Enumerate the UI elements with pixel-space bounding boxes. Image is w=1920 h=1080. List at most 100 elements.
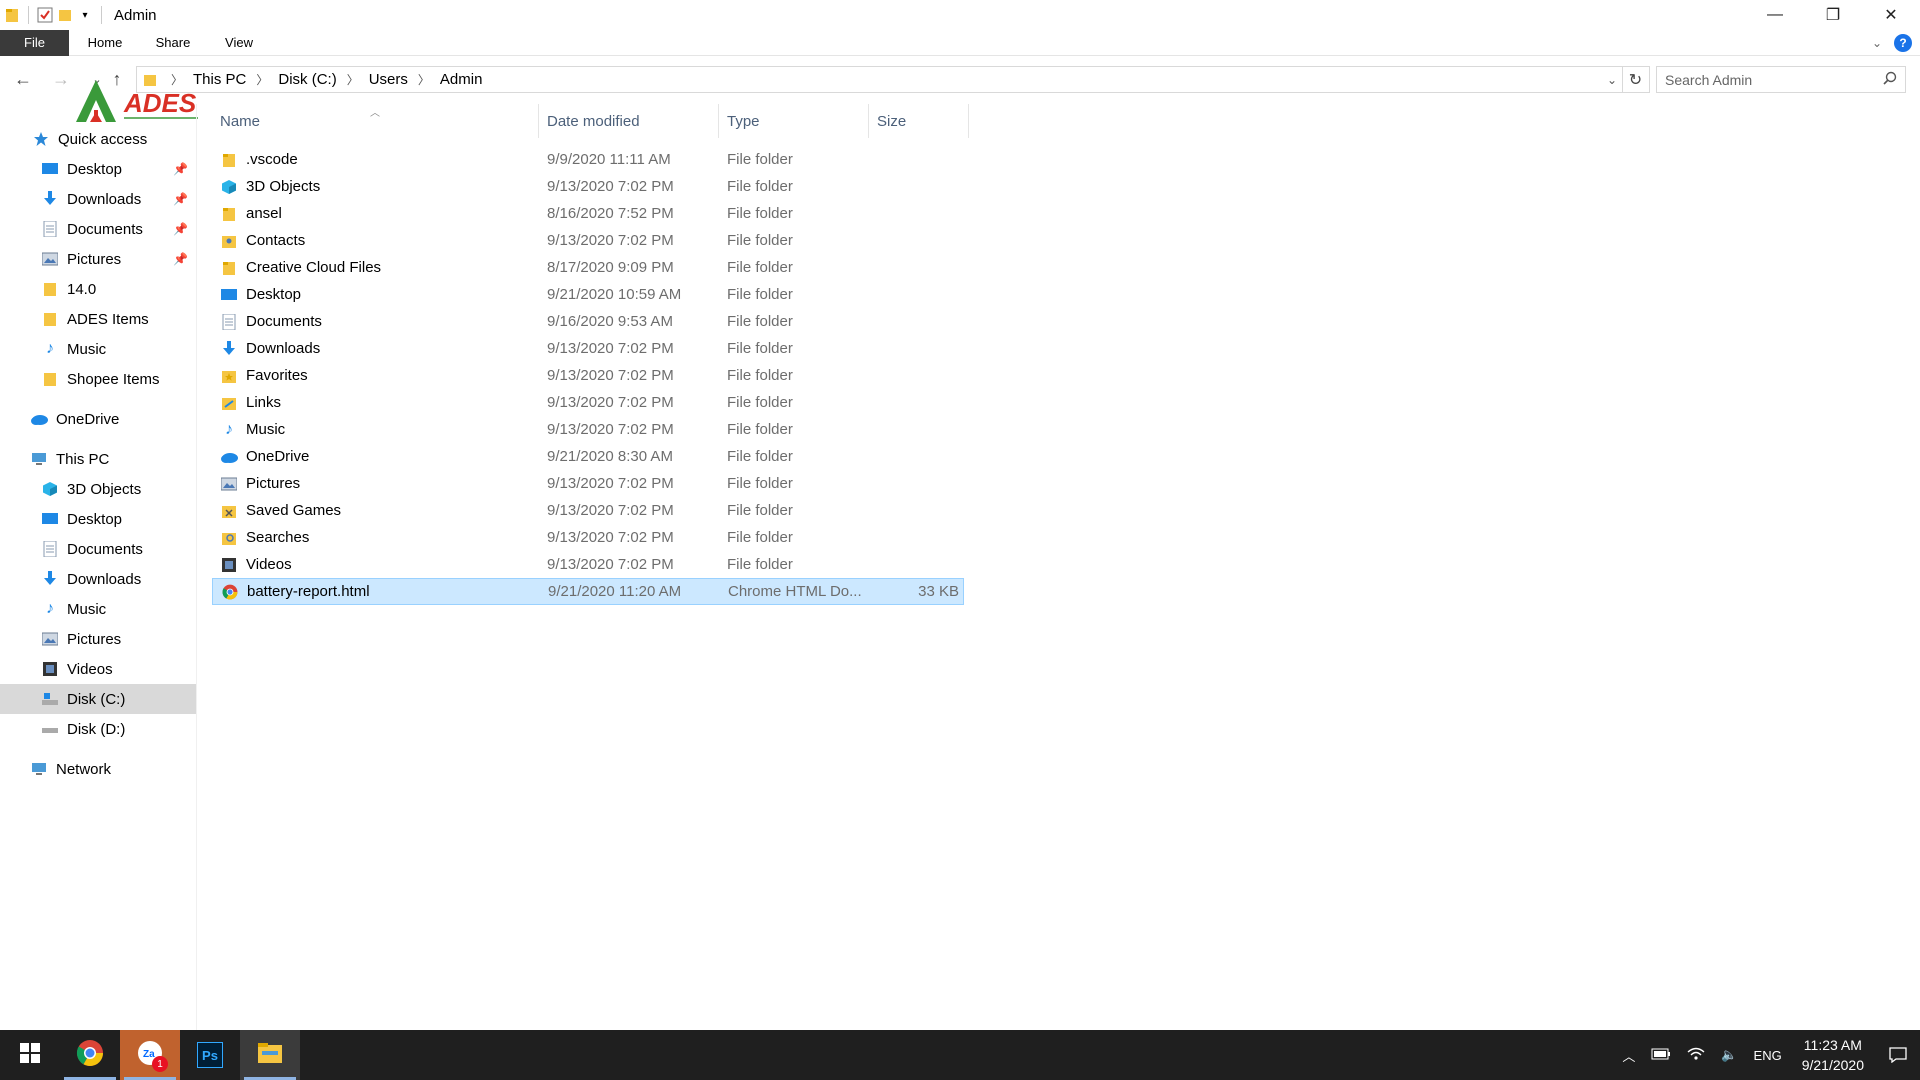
close-button[interactable]: ✕: [1862, 0, 1920, 30]
nav-quick-music[interactable]: ♪ Music: [0, 334, 196, 364]
minimize-button[interactable]: —: [1746, 0, 1804, 30]
file-type: File folder: [727, 448, 793, 465]
tab-file[interactable]: File: [0, 30, 69, 56]
column-header-date[interactable]: Date modified: [539, 104, 719, 138]
column-header-size[interactable]: Size: [869, 104, 969, 138]
nav-quick-desktop[interactable]: Desktop 📌: [0, 154, 196, 184]
wifi-icon[interactable]: [1687, 1047, 1705, 1064]
nav-this-pc[interactable]: This PC: [0, 444, 196, 474]
pin-icon[interactable]: 📌: [173, 252, 188, 266]
nav-quick-shopee-items[interactable]: Shopee Items: [0, 364, 196, 394]
file-row[interactable]: Desktop 9/21/2020 10:59 AM File folder: [212, 281, 964, 308]
file-date: 9/13/2020 7:02 PM: [547, 475, 674, 492]
file-row[interactable]: Favorites 9/13/2020 7:02 PM File folder: [212, 362, 964, 389]
file-row[interactable]: .vscode 9/9/2020 11:11 AM File folder: [212, 146, 964, 173]
nav-label: Disk (D:): [67, 720, 126, 738]
pin-icon[interactable]: 📌: [173, 162, 188, 176]
file-row[interactable]: OneDrive 9/21/2020 8:30 AM File folder: [212, 443, 964, 470]
clock[interactable]: 11:23 AM 9/21/2020: [1802, 1035, 1864, 1075]
chevron-right-icon[interactable]: 〉: [347, 71, 359, 88]
nav-pc-downloads[interactable]: Downloads: [0, 564, 196, 594]
file-name: battery-report.html: [247, 583, 370, 600]
refresh-button[interactable]: ↻: [1622, 66, 1650, 93]
file-name-cell: ♪ Music: [220, 421, 285, 439]
nav-onedrive[interactable]: OneDrive: [0, 404, 196, 434]
nav-quick-documents[interactable]: Documents 📌: [0, 214, 196, 244]
file-date: 9/13/2020 7:02 PM: [547, 178, 674, 195]
file-row[interactable]: Contacts 9/13/2020 7:02 PM File folder: [212, 227, 964, 254]
nav-label: Documents: [67, 540, 143, 558]
address-dropdown-icon[interactable]: ⌄: [1602, 67, 1622, 92]
start-button[interactable]: [0, 1030, 60, 1080]
nav-pc-pictures[interactable]: Pictures: [0, 624, 196, 654]
nav-label: Shopee Items: [67, 370, 160, 388]
customize-qat-icon[interactable]: ▾: [75, 5, 95, 25]
help-icon[interactable]: ?: [1894, 34, 1912, 52]
action-center-icon[interactable]: [1876, 1030, 1920, 1080]
volume-icon[interactable]: 🔈: [1721, 1047, 1737, 1063]
tab-share[interactable]: Share: [140, 30, 206, 56]
file-row[interactable]: Videos 9/13/2020 7:02 PM File folder: [212, 551, 964, 578]
chevron-right-icon[interactable]: 〉: [256, 71, 268, 88]
computer-icon: [30, 450, 48, 468]
taskbar-photoshop[interactable]: Ps: [180, 1030, 240, 1080]
breadcrumb-users[interactable]: Users: [369, 71, 408, 88]
file-row[interactable]: Searches 9/13/2020 7:02 PM File folder: [212, 524, 964, 551]
taskbar-file-explorer[interactable]: [240, 1030, 300, 1080]
forward-button[interactable]: →: [48, 66, 74, 92]
3d-objects-icon: [41, 480, 59, 498]
file-name-cell: .vscode: [220, 151, 298, 169]
onedrive-icon: [30, 410, 48, 428]
file-name: Desktop: [246, 286, 302, 303]
show-hidden-icons-icon[interactable]: ︿: [1622, 1046, 1635, 1065]
new-folder-icon[interactable]: [55, 5, 75, 25]
nav-quick-pictures[interactable]: Pictures 📌: [0, 244, 196, 274]
nav-pc-3d-objects[interactable]: 3D Objects: [0, 474, 196, 504]
nav-pc-documents[interactable]: Documents: [0, 534, 196, 564]
file-row[interactable]: Links 9/13/2020 7:02 PM File folder: [212, 389, 964, 416]
nav-pc-videos[interactable]: Videos: [0, 654, 196, 684]
file-row[interactable]: ansel 8/16/2020 7:52 PM File folder: [212, 200, 964, 227]
taskbar-zalo[interactable]: Za 1: [120, 1030, 180, 1080]
pin-icon[interactable]: 📌: [173, 222, 188, 236]
file-name-cell: OneDrive: [220, 448, 309, 466]
file-row[interactable]: 3D Objects 9/13/2020 7:02 PM File folder: [212, 173, 964, 200]
file-row[interactable]: Documents 9/16/2020 9:53 AM File folder: [212, 308, 964, 335]
file-row[interactable]: ♪ Music 9/13/2020 7:02 PM File folder: [212, 416, 964, 443]
nav-quick-access[interactable]: Quick access: [0, 124, 196, 154]
disk-c-icon: [41, 690, 59, 708]
file-type: File folder: [727, 421, 793, 438]
properties-icon[interactable]: [35, 5, 55, 25]
file-row[interactable]: battery-report.html 9/21/2020 11:20 AM Chr…: [212, 578, 964, 605]
tab-view[interactable]: View: [206, 30, 272, 56]
file-row[interactable]: Saved Games 9/13/2020 7:02 PM File folder: [212, 497, 964, 524]
file-row[interactable]: Pictures 9/13/2020 7:02 PM File folder: [212, 470, 964, 497]
nav-label: 14.0: [67, 280, 97, 298]
breadcrumb-disk-c[interactable]: Disk (C:): [278, 71, 336, 88]
tab-home[interactable]: Home: [72, 30, 138, 56]
taskbar-chrome[interactable]: [60, 1030, 120, 1080]
pin-icon[interactable]: 📌: [173, 192, 188, 206]
downloads-icon: [41, 570, 59, 588]
nav-network[interactable]: Network: [0, 754, 196, 784]
expand-ribbon-icon[interactable]: ⌄: [1872, 36, 1882, 50]
battery-icon[interactable]: [1651, 1048, 1671, 1063]
nav-pc-disk-d[interactable]: Disk (D:): [0, 714, 196, 744]
input-language[interactable]: ENG: [1754, 1048, 1782, 1063]
nav-quick-ades-items[interactable]: ADES Items: [0, 304, 196, 334]
file-row[interactable]: Downloads 9/13/2020 7:02 PM File folder: [212, 335, 964, 362]
breadcrumb-admin[interactable]: Admin: [440, 71, 483, 88]
column-label: Type: [727, 112, 760, 130]
nav-pc-music[interactable]: ♪ Music: [0, 594, 196, 624]
restore-button[interactable]: ❐: [1804, 0, 1862, 30]
address-bar[interactable]: 〉 This PC 〉 Disk (C:) 〉 Users 〉 Admin ⌄: [136, 66, 1623, 93]
file-row[interactable]: Creative Cloud Files 8/17/2020 9:09 PM Fil…: [212, 254, 964, 281]
search-input[interactable]: Search Admin: [1656, 66, 1906, 93]
nav-pc-desktop[interactable]: Desktop: [0, 504, 196, 534]
back-button[interactable]: ←: [10, 66, 36, 92]
column-header-type[interactable]: Type: [719, 104, 869, 138]
nav-quick-downloads[interactable]: Downloads 📌: [0, 184, 196, 214]
nav-quick-14[interactable]: 14.0: [0, 274, 196, 304]
nav-pc-disk-c[interactable]: Disk (C:): [0, 684, 196, 714]
chevron-right-icon[interactable]: 〉: [418, 71, 430, 88]
